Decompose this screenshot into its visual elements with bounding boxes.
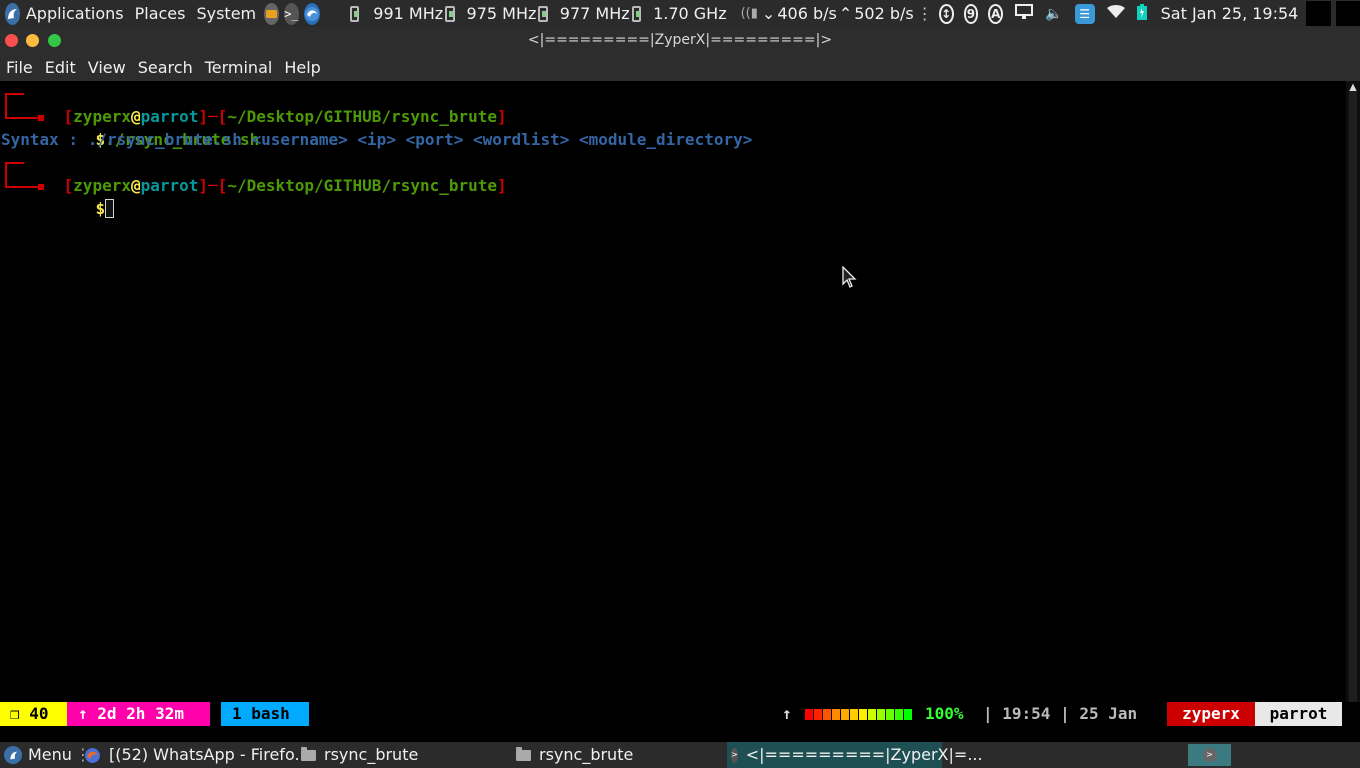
prompt-separator: ]─[ xyxy=(198,176,228,195)
tmux-status-bar: ❐ 40 ↑ 2d 2h 32m 1 bash ↑ 100% | 19:54 |… xyxy=(0,702,1360,726)
update-icon[interactable]: ↕ xyxy=(938,3,954,24)
prompt-dollar: $ xyxy=(95,199,106,218)
text-cursor xyxy=(105,199,115,218)
battery-icon[interactable] xyxy=(1136,3,1147,24)
command-line-2[interactable]: $ xyxy=(57,174,115,218)
notification-badge[interactable]: 9 xyxy=(963,3,979,24)
battery-level-bar xyxy=(805,709,913,720)
prompt-path: ~/Desktop/GITHUB/rsync_brute xyxy=(227,107,498,126)
taskbar-folder-2[interactable]: rsync_brute xyxy=(516,742,633,768)
separator-icon: ⋮ xyxy=(916,4,933,23)
menu-terminal[interactable]: Terminal xyxy=(199,54,279,81)
terminal-icon: > xyxy=(1202,748,1217,762)
start-menu-button[interactable]: Menu ⋮ xyxy=(4,742,91,768)
prompt-bracket-close: ] xyxy=(497,107,507,126)
clock[interactable]: Sat Jan 25, 19:54 xyxy=(1161,0,1299,27)
applications-menu[interactable]: Applications xyxy=(26,0,124,27)
tmux-time-date: | 19:54 | 25 Jan xyxy=(983,704,1138,723)
taskbar-firefox[interactable]: [(52) WhatsApp - Firefo... xyxy=(84,742,310,768)
wifi-icon[interactable] xyxy=(1106,4,1125,23)
menu-edit[interactable]: Edit xyxy=(39,54,82,81)
cpu-freq-3: 977 MHz xyxy=(559,4,630,23)
command-line-1: $./rsync_brute.sh xyxy=(57,105,260,149)
cpu-icon xyxy=(538,5,548,22)
cpu-icon xyxy=(445,5,455,22)
menu-file[interactable]: File xyxy=(0,54,39,81)
places-menu[interactable]: Places xyxy=(135,0,186,27)
taskbar-item-label: rsync_brute xyxy=(324,745,419,764)
workspace-preview[interactable]: > xyxy=(1188,744,1231,766)
cpu-icon xyxy=(631,5,642,22)
output-line: Syntax : ./rsync_brute.sh <username> <ip… xyxy=(1,130,753,149)
chevron-down-icon: ⌄ xyxy=(761,4,776,23)
tmux-arrow: ↑ xyxy=(782,704,792,723)
net-down-speed: 406 b/s xyxy=(777,4,837,23)
tmux-user: zyperx xyxy=(1167,702,1255,726)
tmux-uptime: ↑ 2d 2h 32m xyxy=(67,702,210,726)
prompt-host: parrot xyxy=(140,176,199,195)
battery-percent: 100% xyxy=(925,704,964,723)
notes-icon[interactable]: ☰ xyxy=(1074,3,1095,24)
files-launcher-icon[interactable] xyxy=(264,2,279,25)
scroll-thumb[interactable] xyxy=(1349,91,1357,702)
taskbar-item-label: [(52) WhatsApp - Firefo... xyxy=(109,745,310,764)
prompt-line-2: [zyperx@parrot]─[~/Desktop/GITHUB/rsync_… xyxy=(25,151,507,195)
folder-icon xyxy=(301,746,316,761)
prompt-at: @ xyxy=(130,176,141,195)
tmux-window-tab[interactable]: 1 bash xyxy=(221,702,309,726)
mouse-pointer-icon xyxy=(842,266,857,288)
cpu-freq-2: 975 MHz xyxy=(466,4,537,23)
keyboard-layout-badge[interactable]: A xyxy=(988,3,1004,24)
window-title: <|=========|ZyperX|=========|> xyxy=(527,32,833,48)
prompt-line-1: [zyperx@parrot]─[~/Desktop/GITHUB/rsync_… xyxy=(25,82,507,126)
parrot-logo-icon[interactable] xyxy=(5,2,20,25)
workspace-1[interactable] xyxy=(1306,1,1331,26)
menu-search[interactable]: Search xyxy=(132,54,199,81)
taskbar-terminal-active[interactable]: > <|=========|ZyperX|=... xyxy=(727,742,983,768)
prompt-path: ~/Desktop/GITHUB/rsync_brute xyxy=(227,176,498,195)
firefox-icon xyxy=(85,747,100,763)
cpu-icon xyxy=(349,5,360,22)
net-up-speed: 502 b/s xyxy=(854,4,914,23)
taskbar-item-label: <|=========|ZyperX|=... xyxy=(745,745,983,764)
cpu-freq-1: 991 MHz xyxy=(373,4,444,23)
network-icon: ((▮ xyxy=(740,6,758,21)
volume-icon[interactable]: 🔈 xyxy=(1045,6,1062,22)
parrot-logo-icon xyxy=(4,746,22,764)
browser-launcher-icon[interactable] xyxy=(303,2,320,25)
terminal-launcher-icon[interactable]: >_ xyxy=(284,2,299,25)
terminal-area[interactable]: [zyperx@parrot]─[~/Desktop/GITHUB/rsync_… xyxy=(0,81,1346,702)
display-icon[interactable] xyxy=(1015,3,1034,24)
workspace-2[interactable] xyxy=(1335,1,1360,26)
taskbar-folder-1[interactable]: rsync_brute xyxy=(301,742,418,768)
menu-help[interactable]: Help xyxy=(278,54,326,81)
prompt-bracket-close: ] xyxy=(497,176,507,195)
menu-view[interactable]: View xyxy=(82,54,132,81)
menu-bar: File Edit View Search Terminal Help xyxy=(0,54,1360,81)
chevron-up-icon: ⌃ xyxy=(838,4,853,23)
tmux-host: parrot xyxy=(1255,702,1342,726)
terminal-scrollbar[interactable]: ▲ xyxy=(1346,81,1360,702)
taskbar-item-label: rsync_brute xyxy=(539,745,634,764)
start-menu-label: Menu xyxy=(28,745,72,764)
terminal-icon: > xyxy=(731,747,738,763)
window-titlebar[interactable]: <|=========|ZyperX|=========|> xyxy=(0,27,1360,54)
cpu-freq-4: 1.70 GHz xyxy=(653,4,727,23)
bottom-taskbar: Menu ⋮ [(52) WhatsApp - Firefo... rsync_… xyxy=(0,742,1360,768)
system-menu[interactable]: System xyxy=(196,0,256,27)
top-panel: Applications Places System >_ 991 MHz 97… xyxy=(0,0,1360,27)
tmux-session: ❐ 40 xyxy=(0,702,67,726)
folder-icon xyxy=(516,746,531,761)
